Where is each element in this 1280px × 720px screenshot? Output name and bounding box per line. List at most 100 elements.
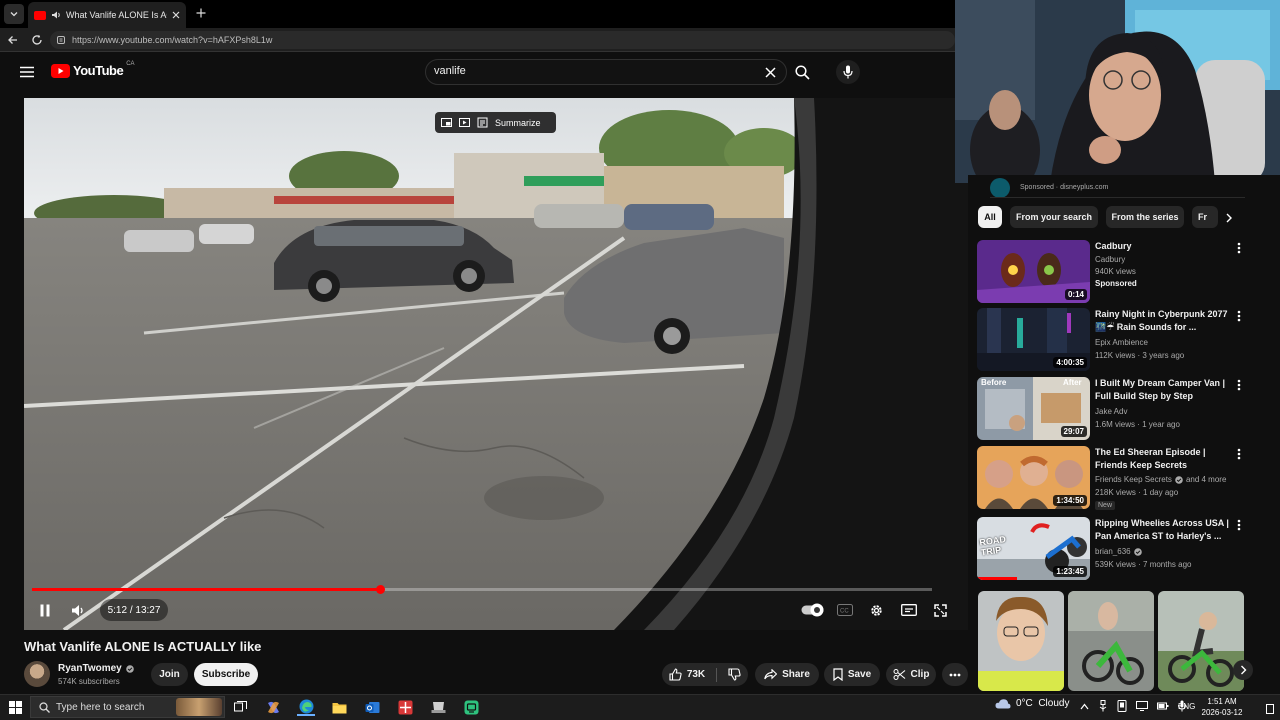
youtube-logo[interactable]: YouTube CA <box>51 61 135 78</box>
save-button[interactable]: Save <box>824 663 880 686</box>
recommendation-channel[interactable]: Friends Keep Secrets <box>1095 475 1172 484</box>
recommendation-item[interactable]: ROAD TRIP 1:23:45 Ripping Wheelies Acros… <box>977 517 1247 581</box>
video-thumbnail[interactable]: 0:14 <box>977 240 1090 303</box>
task-view-button[interactable] <box>231 698 249 716</box>
mute-button[interactable] <box>66 600 90 620</box>
language-indicator[interactable]: ENG <box>1178 702 1195 711</box>
recommendation-item[interactable]: 0:14 Cadbury Cadbury 940K views Sponsore… <box>977 240 1247 304</box>
channel-name-row[interactable]: RyanTwomey <box>58 663 134 674</box>
short-thumbnail[interactable] <box>1158 591 1244 691</box>
video-thumbnail[interactable]: Before After 29:07 <box>977 377 1090 440</box>
network-icon[interactable] <box>1136 701 1148 711</box>
recommendation-channel[interactable]: Jake Adv <box>1095 407 1127 416</box>
reload-button[interactable] <box>30 33 44 47</box>
volume-icon <box>71 604 83 616</box>
tab-close-icon[interactable] <box>172 11 180 19</box>
clear-search-button[interactable] <box>762 64 778 80</box>
chip-from-the-series[interactable]: From the series <box>1106 206 1184 228</box>
edge-button[interactable] <box>297 698 315 716</box>
chip-from-your-search[interactable]: From your search <box>1010 206 1098 228</box>
theater-mode-button[interactable] <box>898 601 920 619</box>
channel-extra[interactable]: and 4 more <box>1186 475 1226 484</box>
video-player[interactable] <box>24 98 968 630</box>
recommendation-channel[interactable]: Cadbury <box>1095 255 1125 264</box>
clock[interactable]: 1:51 AM 2026-03-12 <box>1200 696 1244 718</box>
recommendation-channel[interactable]: brian_636 <box>1095 547 1131 556</box>
recommendation-title[interactable]: Ripping Wheelies Across USA | Pan Americ… <box>1095 517 1233 543</box>
dislike-button[interactable] <box>728 668 741 681</box>
clip-button[interactable]: Clip <box>886 663 936 686</box>
recommendation-channel-row[interactable]: brian_636 <box>1095 547 1142 556</box>
recommendation-item[interactable]: Before After 29:07 I Built My Dream Camp… <box>977 377 1247 441</box>
pause-button[interactable] <box>33 600 57 620</box>
recommendation-menu-button[interactable] <box>1237 448 1241 460</box>
svg-text:CC: CC <box>840 609 849 615</box>
green-app-button[interactable] <box>462 698 480 716</box>
browser-tab-active[interactable]: What Vanlife ALONE Is ACTUA <box>28 2 186 28</box>
share-button[interactable]: Share <box>755 663 819 686</box>
guide-menu-button[interactable] <box>18 64 36 80</box>
notifications-button[interactable] <box>1266 704 1274 714</box>
new-tab-button[interactable] <box>192 4 210 22</box>
battery-icon[interactable] <box>1157 701 1169 711</box>
chevron-right-icon <box>1240 665 1246 675</box>
tab-actions-menu-button[interactable] <box>4 4 24 24</box>
pip-icon[interactable] <box>441 117 452 128</box>
video-thumbnail[interactable]: ROAD TRIP 1:23:45 <box>977 517 1090 580</box>
recommendation-title[interactable]: The Ed Sheeran Episode | Friends Keep Se… <box>1095 446 1233 472</box>
start-button[interactable] <box>6 698 24 716</box>
close-icon <box>764 66 776 78</box>
chevron-up-icon[interactable] <box>1080 703 1089 710</box>
recommendation-channel-row[interactable]: Friends Keep Secrets and 4 more <box>1095 475 1226 484</box>
recommendation-title[interactable]: I Built My Dream Camper Van | Full Build… <box>1095 377 1233 403</box>
sponsored-banner[interactable]: Sponsored · disneyplus.com <box>990 178 1245 198</box>
gift-app-button[interactable] <box>396 698 414 716</box>
recommendation-menu-button[interactable] <box>1237 310 1241 322</box>
search-button[interactable] <box>790 61 814 83</box>
outlook-button[interactable] <box>363 698 381 716</box>
laptop-app-button[interactable] <box>429 698 447 716</box>
file-explorer-button[interactable] <box>330 698 348 716</box>
autoplay-toggle[interactable] <box>800 601 826 619</box>
site-info-icon[interactable] <box>56 35 66 45</box>
subscribe-button[interactable]: Subscribe <box>194 663 258 686</box>
search-input[interactable]: vanlife <box>434 65 466 77</box>
avatar[interactable] <box>24 661 50 687</box>
short-thumbnail[interactable] <box>1068 591 1154 691</box>
video-thumbnail[interactable]: 1:34:50 <box>977 446 1090 509</box>
recommendation-item[interactable]: 4:00:35 Rainy Night in Cyberpunk 2077 🌃☔… <box>977 308 1247 372</box>
search-box[interactable] <box>425 59 787 85</box>
url-field[interactable]: https://www.youtube.com/watch?v=hAFXPsh8… <box>50 31 955 49</box>
fullscreen-button[interactable] <box>930 601 950 619</box>
summarize-button[interactable]: Summarize <box>495 118 541 128</box>
usb-icon[interactable] <box>1098 700 1108 712</box>
recommendation-item[interactable]: 1:34:50 The Ed Sheeran Episode | Friends… <box>977 446 1247 510</box>
recommendation-title[interactable]: Cadbury <box>1095 240 1233 253</box>
device-icon[interactable] <box>1117 700 1127 712</box>
shorts-next-button[interactable] <box>1233 660 1253 680</box>
video-thumbnail[interactable]: 4:00:35 <box>977 308 1090 371</box>
join-button[interactable]: Join <box>151 663 188 686</box>
copilot-button[interactable] <box>264 698 282 716</box>
short-thumbnail[interactable] <box>978 591 1064 691</box>
recommendation-channel[interactable]: Epix Ambience <box>1095 338 1148 347</box>
voice-search-button[interactable] <box>836 60 860 84</box>
recommendation-menu-button[interactable] <box>1237 242 1241 254</box>
taskbar-search-box[interactable]: Type here to search <box>30 696 225 718</box>
chips-next-button[interactable] <box>1220 209 1238 227</box>
more-actions-button[interactable] <box>942 663 968 686</box>
speaker-icon[interactable] <box>51 10 61 20</box>
chip-all[interactable]: All <box>978 206 1002 228</box>
like-button[interactable]: 73K <box>669 668 705 681</box>
hamburger-icon <box>20 66 34 78</box>
back-button[interactable] <box>6 33 20 47</box>
captions-button[interactable]: CC <box>834 601 856 619</box>
chip-partial[interactable]: Fr <box>1192 206 1218 228</box>
channel-name[interactable]: RyanTwomey <box>58 663 122 674</box>
weather-widget[interactable]: 0°C Cloudy <box>995 698 1069 709</box>
screenshot-icon[interactable] <box>459 117 470 128</box>
recommendation-menu-button[interactable] <box>1237 379 1241 391</box>
settings-button[interactable] <box>866 601 886 619</box>
recommendation-title[interactable]: Rainy Night in Cyberpunk 2077 🌃☔ Rain So… <box>1095 308 1233 334</box>
recommendation-menu-button[interactable] <box>1237 519 1241 531</box>
